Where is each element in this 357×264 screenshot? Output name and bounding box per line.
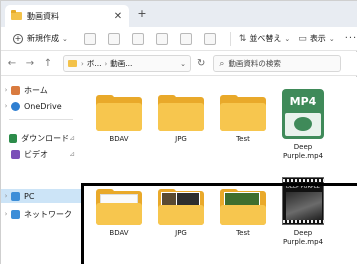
video-thumbnail: DEEP PURPLE (282, 177, 325, 225)
sort-icon: ⇅ (238, 33, 247, 44)
file-name: Deep Purple.mp4 (282, 143, 324, 160)
breadcrumb-segment[interactable]: ボ... (87, 58, 102, 69)
file-explorer-window: 動画資料 ✕ + + 新規作成 ⌄ ⇅ 並べ替え ⌄ ▭ 表示 ⌄ ··· ← … (0, 0, 357, 264)
file-name: BDAV (109, 135, 129, 143)
address-field[interactable]: › ボ... › 動画... ⌄ (63, 55, 191, 72)
thumbnail-caption: DEEP PURPLE (286, 184, 320, 190)
sort-button-label: 並べ替え (249, 34, 282, 43)
chevron-right-icon: › (104, 59, 108, 68)
folder-item-jpg-preview[interactable]: JPG (153, 189, 209, 238)
file-name: Deep Purple.mp4 (282, 229, 324, 246)
expand-icon[interactable]: › (1, 102, 11, 110)
pc-icon (11, 191, 20, 201)
close-icon[interactable]: ✕ (111, 11, 125, 22)
up-arrow-icon[interactable]: ↑ (41, 58, 55, 69)
sidebar-item-home[interactable]: › ホーム (1, 83, 81, 97)
cut-icon[interactable] (83, 32, 96, 45)
sidebar-item-videos[interactable]: ビデオ ⊿ (1, 147, 81, 161)
folder-icon (68, 60, 77, 67)
folder-icon (220, 189, 266, 225)
sidebar-item-label: ビデオ (24, 149, 48, 159)
mp4-file-icon: MP4 (282, 89, 324, 139)
pin-icon[interactable]: ⊿ (69, 134, 75, 142)
tab-current-folder[interactable]: 動画資料 ✕ (5, 5, 129, 27)
breadcrumb-segment[interactable]: 動画... (110, 58, 132, 69)
toolbar-divider (229, 31, 231, 46)
more-icon[interactable]: ··· (345, 33, 357, 44)
folder-icon (158, 95, 204, 131)
file-name: BDAV (109, 229, 129, 237)
chevron-down-icon: ⌄ (284, 34, 291, 43)
back-arrow-icon[interactable]: ← (5, 58, 19, 69)
file-name: Test (236, 135, 250, 143)
home-icon (11, 85, 20, 95)
sidebar-item-label: ダウンロード (21, 133, 70, 143)
video-icon (11, 149, 20, 159)
search-icon: ⌕ (219, 58, 225, 69)
address-bar-row: ← → ↑ › ボ... › 動画... ⌄ ↻ ⌕ 動画資料の検索 (1, 52, 357, 76)
view-icon: ▭ (298, 33, 307, 44)
expand-icon[interactable]: › (1, 86, 11, 94)
sidebar-item-label: PC (24, 191, 35, 201)
file-name: JPG (175, 135, 187, 143)
folder-icon (11, 10, 22, 20)
folder-icon (158, 189, 204, 225)
file-list: BDAV JPG Test MP4 Deep Purple.mp4 BDAV J… (83, 77, 357, 264)
new-button[interactable]: + 新規作成 ⌄ (9, 30, 72, 48)
pin-icon[interactable]: ⊿ (69, 150, 75, 158)
folder-item-bdav-preview[interactable]: BDAV (91, 189, 147, 238)
sidebar-item-label: ネットワーク (24, 209, 72, 219)
search-input[interactable]: ⌕ 動画資料の検索 (213, 55, 342, 72)
command-bar: + 新規作成 ⌄ ⇅ 並べ替え ⌄ ▭ 表示 ⌄ ··· (1, 27, 357, 51)
sidebar-item-label: ホーム (24, 85, 48, 95)
sidebar-divider (9, 119, 73, 120)
forward-arrow-icon[interactable]: → (23, 58, 37, 69)
folder-item-jpg[interactable]: JPG (153, 95, 209, 144)
chevron-right-icon: › (81, 59, 84, 68)
copy-icon[interactable] (107, 32, 120, 45)
refresh-icon[interactable]: ↻ (197, 58, 205, 69)
new-button-label: 新規作成 (27, 34, 59, 43)
folder-icon (220, 95, 266, 131)
rename-icon[interactable] (155, 32, 168, 45)
chevron-down-icon: ⌄ (62, 34, 68, 43)
view-button[interactable]: ▭ 表示 ⌄ (298, 33, 334, 44)
download-icon (9, 133, 18, 143)
paste-icon[interactable] (131, 32, 144, 45)
chevron-down-icon[interactable]: ⌄ (180, 60, 186, 68)
folder-icon (96, 95, 142, 131)
sidebar-item-downloads[interactable]: ダウンロード ⊿ (1, 131, 81, 145)
share-icon[interactable] (179, 32, 192, 45)
sidebar-item-network[interactable]: › ネットワーク (1, 207, 81, 221)
file-item-mp4[interactable]: MP4 Deep Purple.mp4 (275, 89, 331, 161)
delete-icon[interactable] (203, 32, 216, 45)
file-type-badge: MP4 (289, 95, 317, 108)
plus-circle-icon: + (13, 33, 23, 44)
navigation-pane: › ホーム › OneDrive ダウンロード ⊿ ビデオ ⊿ › PC › ネ… (1, 77, 81, 264)
sort-button[interactable]: ⇅ 並べ替え ⌄ (239, 33, 290, 44)
sidebar-item-pc[interactable]: › PC (1, 189, 81, 203)
sidebar-item-label: OneDrive (24, 101, 62, 111)
chevron-down-icon: ⌄ (328, 34, 335, 43)
expand-icon[interactable]: › (1, 210, 11, 218)
tab-bar: 動画資料 ✕ + (1, 1, 357, 27)
folder-item-test[interactable]: Test (215, 95, 271, 144)
folder-item-test-preview[interactable]: Test (215, 189, 271, 238)
view-button-label: 表示 (309, 34, 326, 43)
file-item-mp4-thumbnail[interactable]: DEEP PURPLE Deep Purple.mp4 (275, 177, 331, 247)
cloud-icon (11, 101, 20, 111)
folder-item-bdav[interactable]: BDAV (91, 95, 147, 144)
network-icon (11, 209, 20, 219)
file-name: JPG (175, 229, 187, 237)
sidebar-item-onedrive[interactable]: › OneDrive (1, 99, 81, 113)
search-placeholder: 動画資料の検索 (228, 59, 281, 68)
plus-icon[interactable]: + (135, 7, 149, 21)
file-name: Test (236, 229, 250, 237)
expand-icon[interactable]: › (1, 192, 11, 200)
folder-icon (96, 189, 142, 225)
tab-title: 動画資料 (27, 11, 59, 21)
